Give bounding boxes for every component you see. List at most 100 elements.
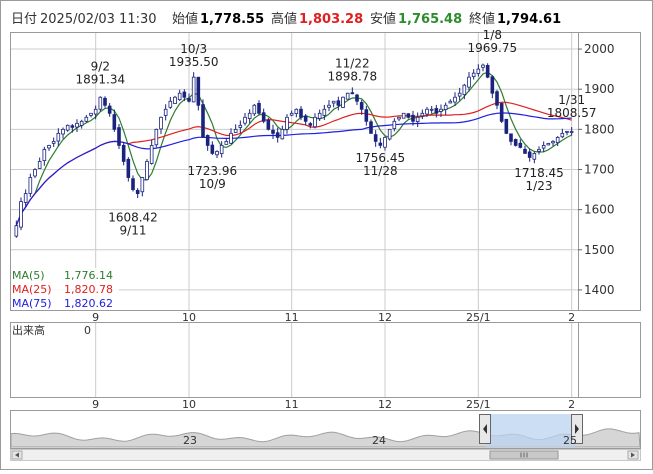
candle-up [425,108,429,115]
y-tick-label: 1500 [584,243,615,257]
candle-up [392,120,397,130]
candle-down [126,158,131,178]
navigator-label-25: 25 [563,434,577,447]
candle-down [434,108,439,114]
candle-up [75,122,79,128]
high-label: 高値 [271,11,297,27]
candle-up [471,72,476,77]
candle-down [299,108,303,118]
candle-down [261,112,266,122]
annotation-value: 1608.42 [108,210,158,224]
candle-down [266,119,271,130]
annotation-value: 1756.45 [356,151,406,165]
candle-down [509,133,513,142]
annotation-value: 1898.78 [328,70,378,84]
candle-up [23,193,28,203]
annotation-date: 1/23 [526,179,553,193]
candle-up [93,108,98,115]
candle-up [219,145,224,154]
candle-down [210,144,215,154]
navigator-selection[interactable] [486,414,575,447]
candle-up [313,116,317,128]
navigator-label-24: 24 [372,434,386,447]
candle-up [89,112,93,116]
candle-up [341,96,345,108]
candle-down [182,91,187,98]
candle-up [285,116,289,130]
candle-up [448,100,453,104]
legend-ma5-label: MA(5) [12,269,45,282]
candle-down [201,104,205,138]
candle-up [415,116,420,123]
annotation-value: 1723.96 [188,164,238,178]
annotation-date: 1/31 [558,93,585,107]
candle-up [453,96,457,103]
candle-up [457,92,462,97]
legend-ma75-label: MA(75) [12,297,52,310]
candle-up [145,161,149,180]
annotation-value: 1935.50 [169,55,219,69]
y-tick-label: 2000 [584,42,615,56]
candle-up [19,201,23,228]
candle-down [490,76,495,94]
candle-up [149,145,154,164]
candle-up [140,177,145,193]
low-label: 安値 [370,11,396,27]
candle-up [56,132,61,142]
candle-up [560,132,565,138]
navigator-left-handle[interactable] [479,414,491,444]
candle-down [378,142,383,146]
candle-down [485,65,490,78]
candle-up [331,100,336,104]
candle-up [420,112,425,117]
candle-up [289,112,294,116]
candle-up [443,104,448,110]
high-value: 1,803.28 [299,12,363,27]
candle-down [196,76,201,106]
candle-up [397,116,401,120]
chart-window: 日付 2025/02/03 11:30 始値 1,778.55 高値 1,803… [0,0,653,470]
horizontal-scrollbar[interactable] [10,449,641,461]
annotation-value: 1808.57 [547,106,597,120]
candle-down [373,134,378,142]
candle-up [345,92,350,100]
candle-down [350,92,355,95]
legend-ma25-value: 1,820.78 [64,283,113,296]
y-tick-label: 1400 [584,283,615,297]
legend-ma5-value: 1,776.14 [64,269,113,282]
candle-up [191,76,196,103]
header-bar: 日付 2025/02/03 11:30 始値 1,778.55 高値 1,803… [11,11,561,27]
candle-down [495,91,499,106]
candle-down [275,132,280,138]
candle-up [42,149,47,161]
y-tick-label: 1700 [584,162,615,176]
stock-chart: 日付 2025/02/03 11:30 始値 1,778.55 高値 1,803… [0,0,653,470]
candle-down [135,189,140,194]
candle-up [224,140,229,145]
candle-up [476,68,481,74]
candle-up [154,128,159,146]
candle-down [271,129,275,134]
y-tick-label: 1600 [584,203,615,217]
candle-up [327,104,331,108]
candle-up [243,116,247,124]
x-tick-label: 9 [92,398,99,411]
candle-up [565,130,569,133]
candle-up [98,96,103,110]
candle-up [159,116,163,130]
candle-down [406,113,411,118]
candle-up [294,108,299,114]
candle-up [33,169,37,177]
candle-up [173,96,177,105]
candle-down [303,115,308,122]
candle-down [364,109,369,122]
volume-value: 0 [84,324,91,337]
candle-down [411,114,415,122]
legend-ma25-label: MA(25) [12,283,52,296]
candle-up [28,177,33,194]
candle-up [481,64,485,68]
candle-up [439,108,443,112]
candle-up [247,112,252,119]
candle-down [513,139,518,146]
candle-down [308,123,313,126]
